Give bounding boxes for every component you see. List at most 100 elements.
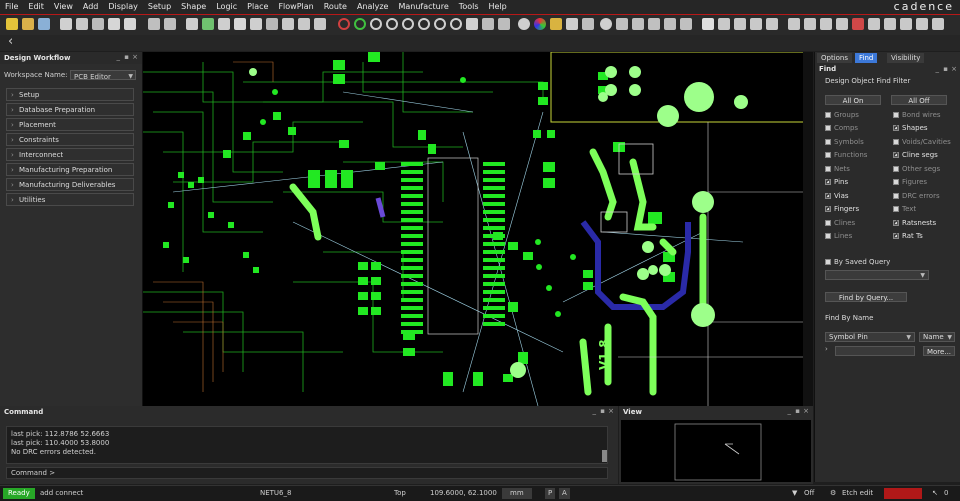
fanout-icon[interactable] [750, 18, 762, 30]
find-name-input[interactable] [835, 346, 915, 356]
route-icon[interactable] [852, 18, 864, 30]
panel-pin-icon[interactable]: ▪ [124, 53, 129, 61]
plan-icon[interactable] [788, 18, 800, 30]
open-file-icon[interactable] [22, 18, 34, 30]
find-pin-icon[interactable]: ▪ [943, 65, 948, 73]
filter-cline-segs[interactable]: Cline segs [893, 149, 938, 160]
add-connect-icon[interactable] [186, 18, 198, 30]
menu-setup[interactable]: Setup [143, 0, 176, 14]
collapse-arrow-icon[interactable]: ‹ [8, 35, 13, 49]
filter-lines[interactable]: Lines [825, 231, 852, 241]
command-input[interactable]: Command > [6, 467, 608, 479]
status-p-button[interactable]: P [545, 488, 556, 499]
status-units[interactable]: mm [502, 488, 532, 499]
menu-manufacture[interactable]: Manufacture [393, 0, 453, 14]
status-mode[interactable]: Etch edit [842, 486, 873, 501]
swap-icon[interactable] [734, 18, 746, 30]
help-icon[interactable] [932, 18, 944, 30]
filter-shapes[interactable]: Shapes [893, 122, 928, 133]
save-file-icon[interactable] [38, 18, 50, 30]
filter-nets[interactable]: Nets [825, 164, 850, 174]
status-layer[interactable]: Top [394, 486, 406, 501]
menu-add[interactable]: Add [78, 0, 104, 14]
visibility-icon[interactable] [600, 18, 612, 30]
filter-funnel-icon[interactable]: ▼ [792, 486, 797, 501]
flip-view-icon[interactable] [498, 18, 510, 30]
properties-icon[interactable] [648, 18, 660, 30]
view-pin-icon[interactable]: ▪ [795, 407, 800, 415]
workflow-item-interconnect[interactable]: Interconnect [6, 148, 134, 161]
more-button[interactable]: More... [923, 346, 955, 356]
zoom-world-icon[interactable] [418, 18, 430, 30]
panel-minimize-icon[interactable]: _ [117, 53, 121, 61]
menu-flowplan[interactable]: FlowPlan [273, 0, 318, 14]
shadow-mode-icon[interactable] [550, 18, 562, 30]
saved-query-select[interactable]: ▼ [825, 270, 929, 280]
zoom-previous-icon[interactable] [434, 18, 446, 30]
workspace-select[interactable]: PCB Editor ▼ [70, 70, 136, 81]
menu-shape[interactable]: Shape [176, 0, 211, 14]
delete-icon[interactable] [76, 18, 88, 30]
name-mode-select[interactable]: Name ▼ [919, 332, 955, 342]
color-wheel-icon[interactable] [534, 18, 546, 30]
zoom-selection-icon[interactable] [450, 18, 462, 30]
filter-bond-wires[interactable]: Bond wires [893, 110, 941, 120]
tab-options[interactable]: Options [817, 53, 853, 63]
find-by-query-button[interactable]: Find by Query... [825, 292, 907, 302]
new-file-icon[interactable] [6, 18, 18, 30]
artwork-icon[interactable] [884, 18, 896, 30]
bundle-icon[interactable] [804, 18, 816, 30]
filter-fingers[interactable]: Fingers [825, 203, 859, 214]
copy-icon[interactable] [92, 18, 104, 30]
name-type-select[interactable]: Symbol Pin ▼ [825, 332, 915, 342]
menu-edit[interactable]: Edit [23, 0, 49, 14]
menu-analyze[interactable]: Analyze [352, 0, 394, 14]
filter-text[interactable]: Text [893, 204, 916, 214]
workflow-item-manufacturing-preparation[interactable]: Manufacturing Preparation [6, 163, 134, 176]
filter-comps[interactable]: Comps [825, 123, 858, 133]
filter-drc-errors[interactable]: DRC errors [893, 191, 940, 201]
status-a-button[interactable]: A [559, 488, 570, 499]
gloss-icon[interactable] [766, 18, 778, 30]
all-off-button[interactable]: All Off [891, 95, 947, 105]
zoom-in-icon[interactable] [386, 18, 398, 30]
place-manual-icon[interactable] [718, 18, 730, 30]
flow-icon[interactable] [820, 18, 832, 30]
move-icon[interactable] [60, 18, 72, 30]
menu-place[interactable]: Place [242, 0, 273, 14]
home-icon[interactable] [702, 18, 714, 30]
command-minimize-icon[interactable]: _ [593, 407, 597, 415]
nc-drill-icon[interactable] [900, 18, 912, 30]
zoom-out-icon[interactable] [402, 18, 414, 30]
reports-icon[interactable] [664, 18, 676, 30]
vertex-icon[interactable] [266, 18, 278, 30]
redo-icon[interactable] [124, 18, 136, 30]
filter-ratsnests[interactable]: Ratsnests [893, 217, 936, 228]
workflow-item-placement[interactable]: Placement [6, 118, 134, 131]
all-on-button[interactable]: All On [825, 95, 881, 105]
filter-vias[interactable]: Vias [825, 190, 849, 201]
workflow-item-constraints[interactable]: Constraints [6, 133, 134, 146]
workflow-item-utilities[interactable]: Utilities [6, 193, 134, 206]
filter-figures[interactable]: Figures [893, 177, 927, 187]
highlight-icon[interactable] [354, 18, 366, 30]
filter-symbols[interactable]: Symbols [825, 137, 864, 147]
world-view-minimap[interactable] [621, 420, 811, 482]
zoom-fit-icon[interactable] [370, 18, 382, 30]
view-close-icon[interactable]: × [803, 407, 809, 415]
auto-route-icon[interactable] [836, 18, 848, 30]
export-icon[interactable] [916, 18, 928, 30]
measure-icon[interactable] [616, 18, 628, 30]
delay-tune-icon[interactable] [218, 18, 230, 30]
command-close-icon[interactable]: × [608, 407, 614, 415]
view-minimize-icon[interactable]: _ [788, 407, 792, 415]
slide-icon[interactable] [202, 18, 214, 30]
command-scrollbar[interactable] [602, 450, 607, 462]
panel-close-icon[interactable]: × [132, 53, 138, 61]
probe-icon[interactable] [164, 18, 176, 30]
filter-rat-ts[interactable]: Rat Ts [893, 230, 923, 241]
find-close-icon[interactable]: × [951, 65, 957, 73]
workflow-item-database-preparation[interactable]: Database Preparation [6, 103, 134, 116]
filter-functions[interactable]: Functions [825, 150, 867, 160]
menu-tools[interactable]: Tools [454, 0, 484, 14]
